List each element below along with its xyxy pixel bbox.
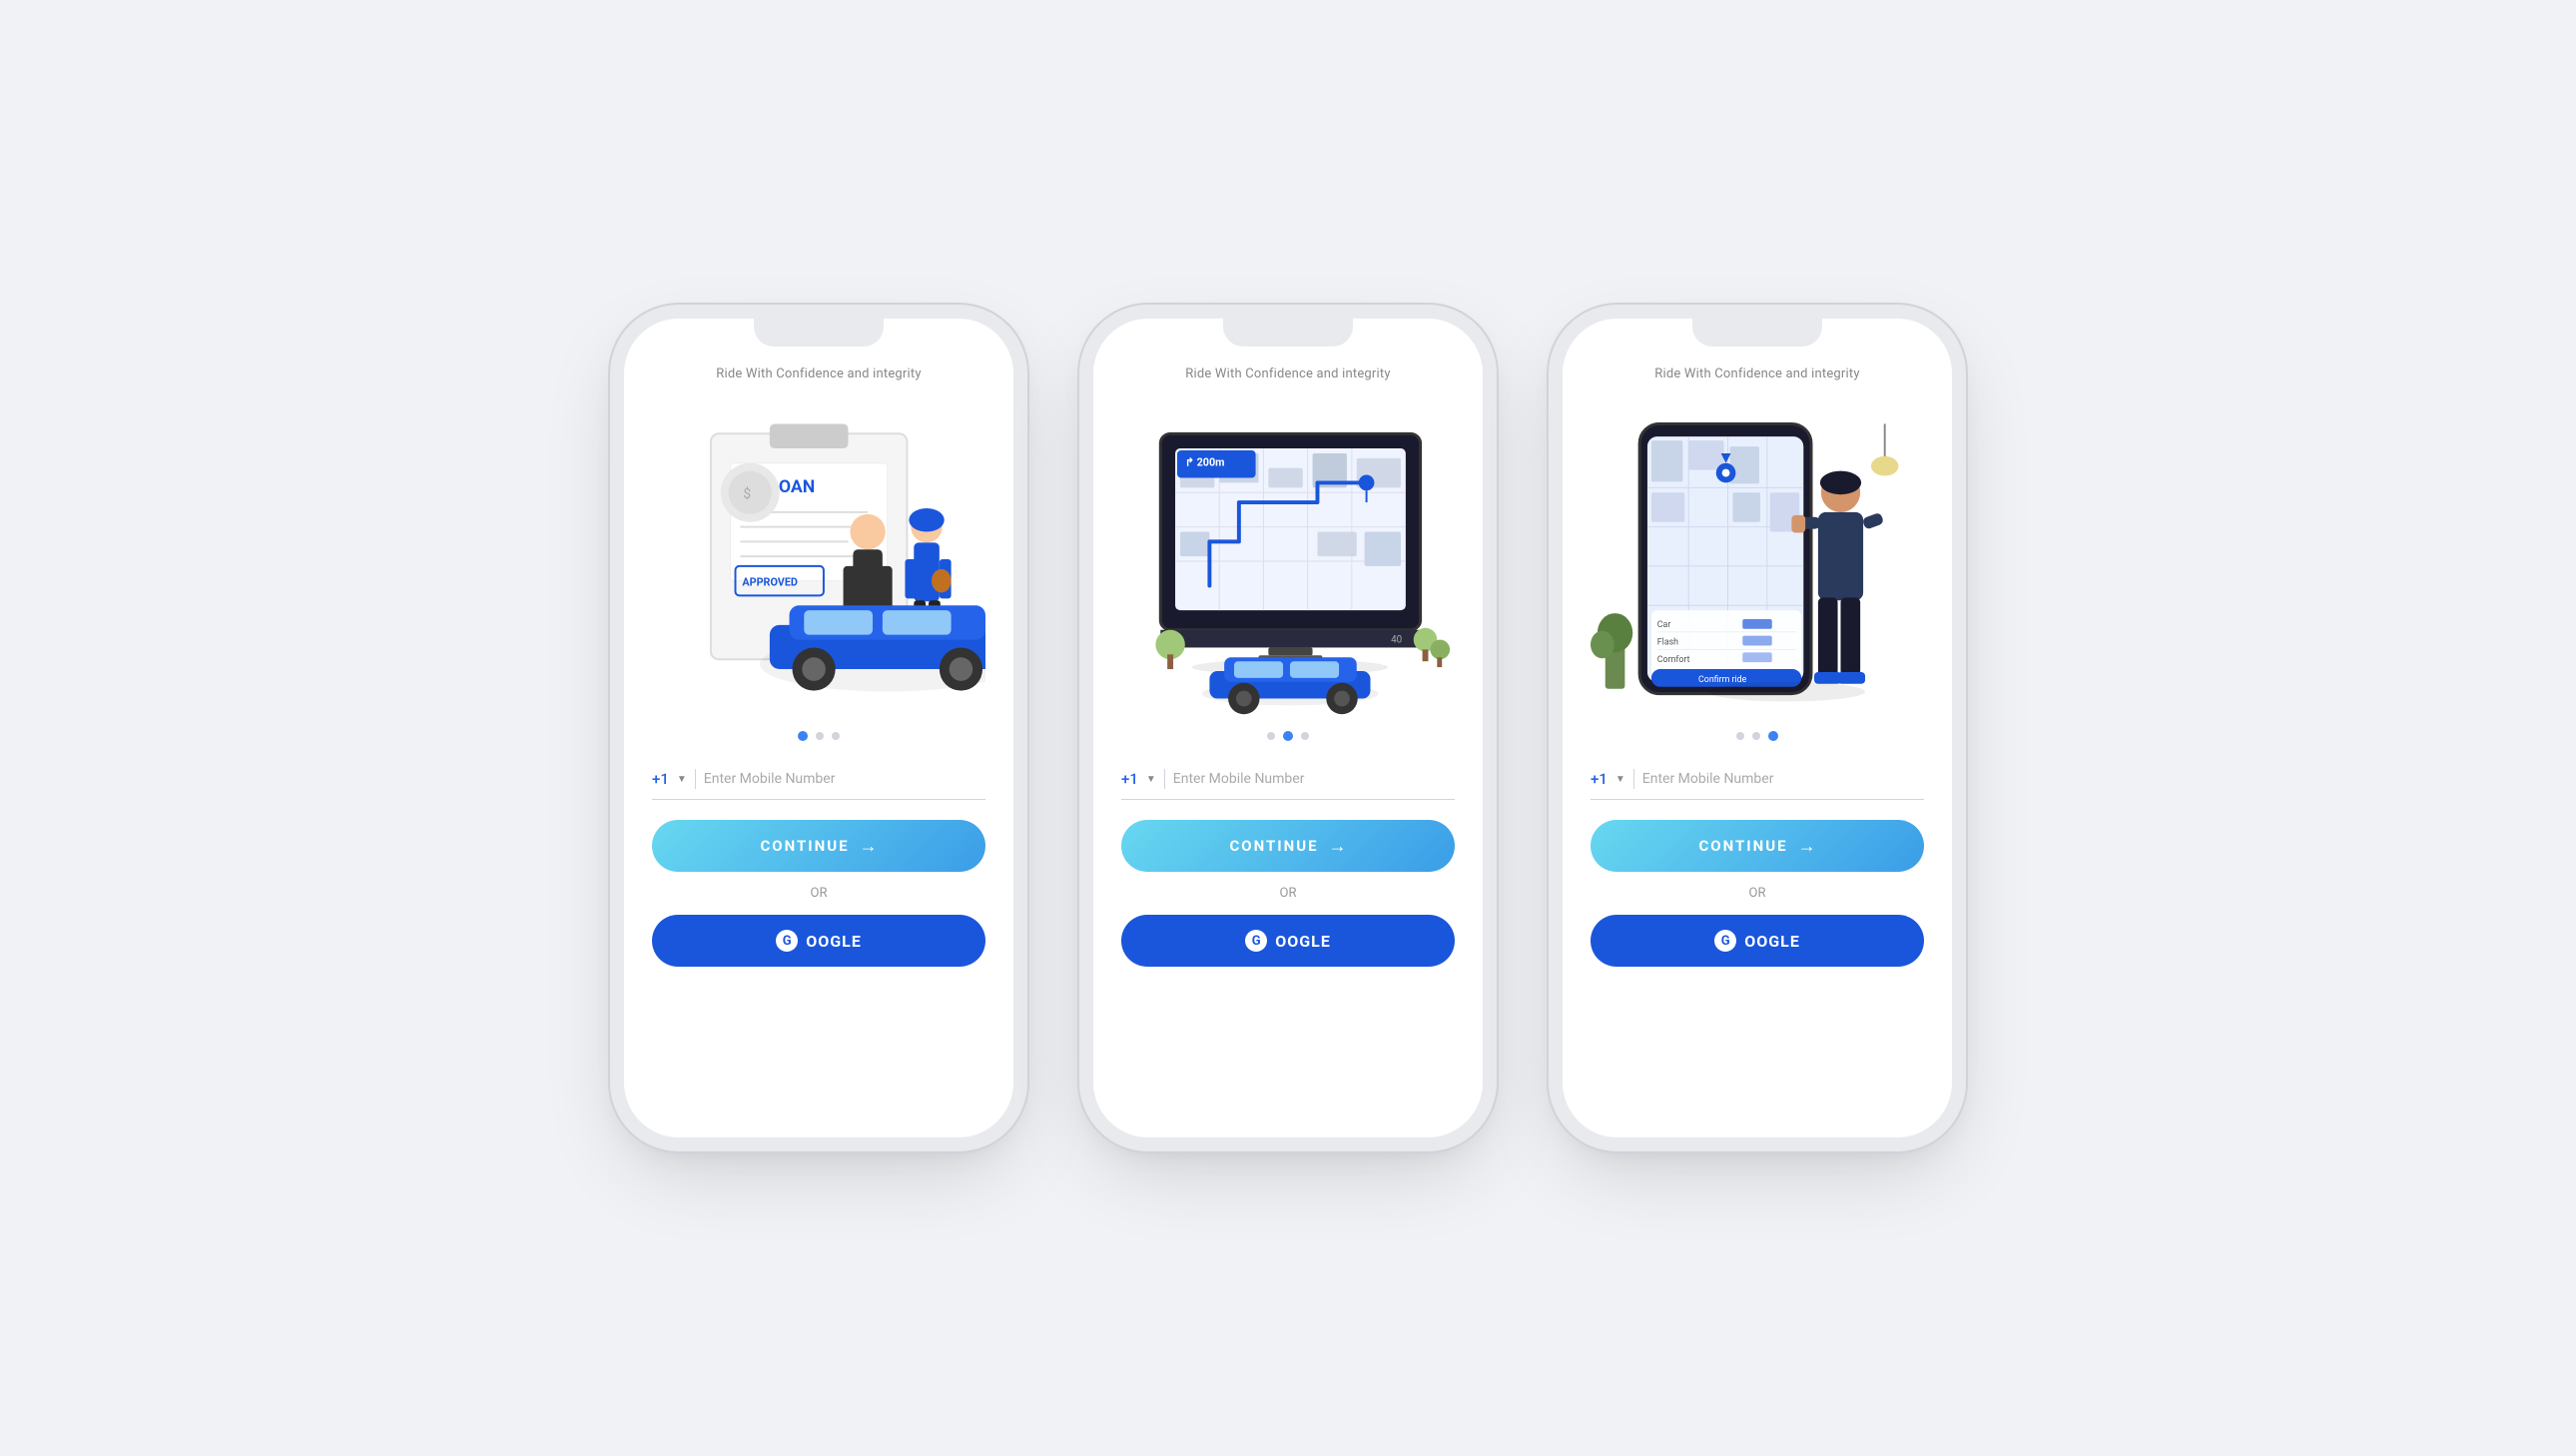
dot-3-2 [1752, 732, 1760, 740]
phone-2: Ride With Confidence and integrity [1093, 319, 1483, 1137]
phone-2-illustration: ↱ 200m 40 [1121, 401, 1455, 721]
divider-1 [695, 769, 696, 789]
phone-1-input-row[interactable]: +1 ▼ Enter Mobile Number [652, 769, 985, 800]
phone-3: Ride With Confidence and integrity [1563, 319, 1952, 1137]
phone-1-tagline: Ride With Confidence and integrity [716, 366, 921, 381]
dot-1-3 [832, 732, 840, 740]
svg-text:Flash: Flash [1657, 638, 1678, 648]
phone-3-inner: Ride With Confidence and integrity [1563, 319, 1952, 1137]
divider-2 [1164, 769, 1165, 789]
phone-1-dots [798, 731, 840, 741]
phone-placeholder-2[interactable]: Enter Mobile Number [1173, 771, 1455, 787]
dot-2-3 [1301, 732, 1309, 740]
svg-text:40: 40 [1391, 635, 1402, 646]
continue-button-1[interactable]: CONTINUE → [652, 820, 985, 872]
dot-2-2 [1283, 731, 1293, 741]
or-text-3: OR [1749, 886, 1766, 901]
continue-label-2: CONTINUE [1229, 837, 1318, 855]
divider-3 [1633, 769, 1634, 789]
dropdown-arrow-1[interactable]: ▼ [677, 774, 687, 785]
svg-text:↱ 200m: ↱ 200m [1185, 456, 1225, 469]
phone-2-dots [1267, 731, 1309, 741]
dot-1-1 [798, 731, 808, 741]
google-button-1[interactable]: G OOGLE [652, 915, 985, 967]
continue-arrow-1: → [860, 836, 878, 857]
or-text-1: OR [811, 886, 828, 901]
continue-button-2[interactable]: CONTINUE → [1121, 820, 1455, 872]
google-icon-2: G [1245, 930, 1267, 952]
dot-1-2 [816, 732, 824, 740]
phone-3-tagline: Ride With Confidence and integrity [1654, 366, 1859, 381]
phones-container: Ride With Confidence and integrity LOAN … [564, 259, 2012, 1197]
google-button-2[interactable]: G OOGLE [1121, 915, 1455, 967]
google-icon-1: G [776, 930, 798, 952]
phone-1-illustration: LOAN APPROVED [652, 401, 985, 721]
phone-1: Ride With Confidence and integrity LOAN … [624, 319, 1013, 1137]
google-icon-3: G [1714, 930, 1736, 952]
country-code-1[interactable]: +1 [652, 770, 669, 788]
continue-label-3: CONTINUE [1698, 837, 1787, 855]
continue-arrow-3: → [1798, 836, 1816, 857]
dot-3-3 [1768, 731, 1778, 741]
svg-text:APPROVED: APPROVED [742, 576, 798, 589]
continue-arrow-2: → [1329, 836, 1347, 857]
phone-1-inner: Ride With Confidence and integrity LOAN … [624, 319, 1013, 1137]
phone-3-dots [1736, 731, 1778, 741]
country-code-3[interactable]: +1 [1591, 770, 1608, 788]
phone-placeholder-3[interactable]: Enter Mobile Number [1642, 771, 1924, 787]
dot-3-1 [1736, 732, 1744, 740]
phone-2-tagline: Ride With Confidence and integrity [1185, 366, 1390, 381]
continue-label-1: CONTINUE [760, 837, 849, 855]
phone-2-input-row[interactable]: +1 ▼ Enter Mobile Number [1121, 769, 1455, 800]
svg-text:Car: Car [1657, 620, 1671, 630]
google-label-3: OOGLE [1744, 932, 1800, 951]
phone-3-input-row[interactable]: +1 ▼ Enter Mobile Number [1591, 769, 1924, 800]
phone-placeholder-1[interactable]: Enter Mobile Number [704, 771, 985, 787]
or-text-2: OR [1280, 886, 1297, 901]
dropdown-arrow-3[interactable]: ▼ [1615, 774, 1625, 785]
svg-text:Confirm ride: Confirm ride [1698, 675, 1747, 685]
google-label-1: OOGLE [806, 932, 862, 951]
continue-button-3[interactable]: CONTINUE → [1591, 820, 1924, 872]
dot-2-1 [1267, 732, 1275, 740]
svg-text:$: $ [743, 485, 751, 502]
country-code-2[interactable]: +1 [1121, 770, 1138, 788]
svg-text:Comfort: Comfort [1657, 655, 1690, 665]
dropdown-arrow-2[interactable]: ▼ [1146, 774, 1156, 785]
google-button-3[interactable]: G OOGLE [1591, 915, 1924, 967]
google-label-2: OOGLE [1275, 932, 1331, 951]
phone-2-inner: Ride With Confidence and integrity [1093, 319, 1483, 1137]
phone-3-illustration: Car Flash Comfort Confirm ride [1591, 401, 1924, 721]
